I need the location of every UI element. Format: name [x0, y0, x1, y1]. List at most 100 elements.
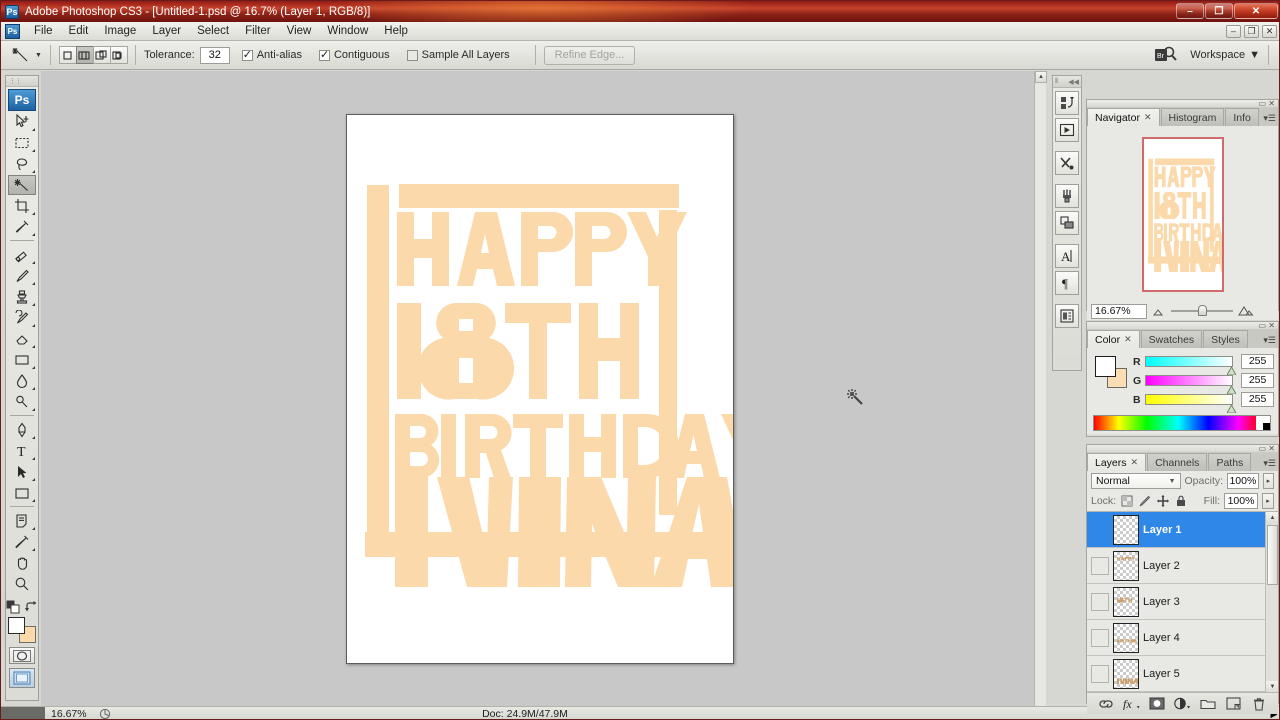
foreground-color-swatch[interactable]: [8, 617, 25, 634]
layer-thumbnail[interactable]: [1113, 586, 1139, 617]
layer-visibility-toggle[interactable]: [1091, 520, 1109, 539]
anti-alias-checkbox[interactable]: [241, 48, 253, 61]
layer-thumbnail[interactable]: [1113, 550, 1139, 581]
tolerance-input[interactable]: 32: [199, 46, 230, 64]
intersect-with-selection-button[interactable]: [109, 46, 128, 64]
refine-edge-button[interactable]: Refine Edge...: [543, 45, 636, 65]
blur-tool-icon[interactable]: [8, 371, 36, 391]
magic-wand-tool-icon[interactable]: [8, 175, 36, 195]
navigator-zoom-slider[interactable]: [1171, 304, 1233, 318]
layer-thumbnail[interactable]: [1113, 658, 1139, 689]
lasso-tool-icon[interactable]: [8, 154, 36, 174]
tab-close-icon[interactable]: ✕: [1124, 334, 1132, 345]
sample-all-layers-option[interactable]: Sample All Layers: [406, 49, 515, 61]
document-canvas[interactable]: [346, 114, 734, 664]
layer-visibility-toggle[interactable]: [1091, 556, 1109, 575]
doc-restore-button[interactable]: ❐: [1244, 24, 1259, 38]
menu-window[interactable]: Window: [319, 23, 376, 39]
lock-position-icon[interactable]: [1156, 494, 1170, 508]
tab-close-icon[interactable]: ✕: [1131, 457, 1139, 468]
sample-all-layers-checkbox[interactable]: [406, 49, 418, 61]
doc-close-button[interactable]: ✕: [1262, 24, 1277, 38]
create-adjustment-layer-icon[interactable]: [1173, 695, 1191, 713]
add-layer-mask-icon[interactable]: [1148, 695, 1166, 713]
table-row[interactable]: Layer 5: [1087, 656, 1278, 692]
red-slider-track[interactable]: [1144, 356, 1237, 375]
scroll-down-arrow-icon[interactable]: ▼: [1266, 681, 1278, 692]
workspace-caret-icon[interactable]: ▼: [1249, 49, 1260, 61]
fill-stepper[interactable]: ▸: [1262, 493, 1274, 509]
minimize-button[interactable]: –: [1176, 3, 1204, 19]
rectangular-marquee-tool-icon[interactable]: [8, 133, 36, 153]
zoom-out-mountain-icon[interactable]: [1152, 307, 1166, 316]
canvas-vertical-scrollbar[interactable]: ▲: [1034, 71, 1047, 706]
navigator-preview-area[interactable]: [1087, 126, 1278, 302]
add-to-selection-button[interactable]: [75, 46, 94, 64]
tab-histogram[interactable]: Histogram: [1160, 108, 1225, 126]
layers-scrollbar[interactable]: ▲ ▼: [1265, 512, 1278, 692]
gradient-tool-icon[interactable]: [8, 350, 36, 370]
scrollbar-thumb[interactable]: [1267, 525, 1278, 585]
workspace-label[interactable]: Workspace: [1190, 49, 1245, 61]
color-panel-header[interactable]: ▭ ✕: [1087, 321, 1278, 330]
tab-navigator[interactable]: Navigator ✕: [1087, 108, 1160, 126]
layer-visibility-toggle[interactable]: [1091, 664, 1109, 683]
screen-mode-icon[interactable]: [9, 668, 35, 688]
dodge-tool-icon[interactable]: [8, 392, 36, 412]
layer-thumbnail[interactable]: [1113, 622, 1139, 653]
table-row[interactable]: Layer 1: [1087, 512, 1278, 548]
navigator-thumbnail[interactable]: [1141, 136, 1224, 292]
layer-name[interactable]: Layer 4: [1143, 632, 1180, 644]
fill-input[interactable]: 100%: [1224, 493, 1258, 509]
horizontal-type-tool-icon[interactable]: T: [8, 441, 36, 461]
layers-panel-header[interactable]: ▭ ✕: [1087, 444, 1278, 453]
menu-edit[interactable]: Edit: [61, 23, 97, 39]
tab-channels[interactable]: Channels: [1147, 453, 1208, 471]
color-spectrum-ramp[interactable]: [1093, 415, 1271, 431]
paragraph-panel-icon[interactable]: ¶: [1055, 271, 1079, 295]
panel-menu-icon[interactable]: ▾☰: [1263, 335, 1276, 346]
menu-view[interactable]: View: [279, 23, 320, 39]
zoom-in-mountain-icon[interactable]: [1238, 306, 1254, 316]
color-foreground-swatch[interactable]: [1095, 356, 1116, 377]
doc-minimize-button[interactable]: –: [1226, 24, 1241, 38]
brushes-panel-icon[interactable]: [1055, 184, 1079, 208]
tab-color[interactable]: Color ✕: [1087, 330, 1140, 348]
chevron-down-icon[interactable]: ▼: [1169, 478, 1176, 485]
layer-name[interactable]: Layer 1: [1143, 524, 1182, 536]
red-value-input[interactable]: 255: [1241, 354, 1274, 369]
create-group-icon[interactable]: [1199, 695, 1217, 713]
rectangle-shape-tool-icon[interactable]: [8, 483, 36, 503]
new-selection-button[interactable]: [58, 46, 77, 64]
navigator-zoom-input[interactable]: 16.67%: [1091, 303, 1147, 319]
actions-panel-icon[interactable]: [1055, 118, 1079, 142]
path-selection-tool-icon[interactable]: [8, 462, 36, 482]
clone-stamp-tool-icon[interactable]: [8, 287, 36, 307]
status-resize-grip-icon[interactable]: [97, 708, 113, 719]
table-row[interactable]: Layer 4: [1087, 620, 1278, 656]
table-row[interactable]: Layer 2: [1087, 548, 1278, 584]
brush-tool-icon[interactable]: [8, 266, 36, 286]
panel-menu-icon[interactable]: ▾☰: [1263, 113, 1276, 124]
default-colors-icon[interactable]: [6, 600, 20, 614]
status-zoom-level[interactable]: 16.67%: [45, 708, 97, 719]
link-layers-icon[interactable]: [1097, 695, 1115, 713]
table-row[interactable]: Layer 3: [1087, 584, 1278, 620]
zoom-tool-icon[interactable]: [8, 574, 36, 594]
menu-help[interactable]: Help: [376, 23, 416, 39]
toolbox-grip[interactable]: ⋮⋮: [6, 76, 38, 87]
menu-image[interactable]: Image: [96, 23, 144, 39]
eyedropper-sample-tool-icon[interactable]: [8, 532, 36, 552]
maximize-button[interactable]: ❐: [1205, 3, 1233, 19]
panel-menu-icon[interactable]: ▾☰: [1263, 458, 1276, 469]
quick-mask-mode-icon[interactable]: [9, 647, 35, 664]
blue-slider-knob[interactable]: [1227, 405, 1237, 413]
contiguous-option[interactable]: Contiguous: [318, 48, 395, 61]
lock-transparent-pixels-icon[interactable]: [1120, 494, 1134, 508]
tab-close-icon[interactable]: ✕: [1144, 112, 1152, 123]
crop-tool-icon[interactable]: [8, 196, 36, 216]
opacity-input[interactable]: 100%: [1227, 473, 1259, 489]
tab-info[interactable]: Info: [1225, 108, 1259, 126]
lock-all-icon[interactable]: [1174, 494, 1188, 508]
green-value-input[interactable]: 255: [1241, 373, 1274, 388]
